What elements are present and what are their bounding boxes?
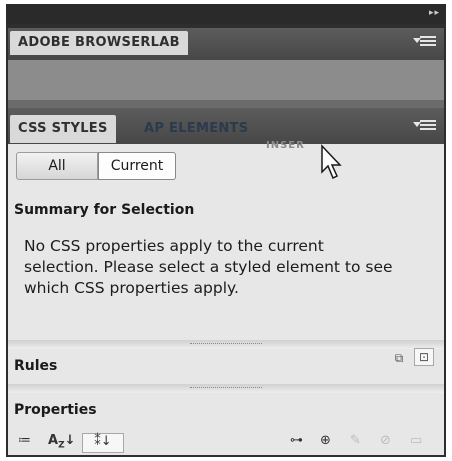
panel-dock: ▸▸ ADOBE BROWSERLAB CSS STYLES AP ELEMEN… (6, 4, 446, 457)
edit-style-icon[interactable]: ✎ (350, 433, 361, 451)
browserlab-tabbar: ADOBE BROWSERLAB (8, 28, 444, 60)
properties-title: Properties (14, 402, 97, 418)
summary-message: No CSS properties apply to the current s… (24, 236, 434, 299)
mouse-cursor-icon (321, 144, 342, 180)
summary-message-line: which CSS properties apply. (24, 279, 239, 297)
tab-adobe-browserlab[interactable]: ADOBE BROWSERLAB (10, 31, 188, 55)
collapse-icon[interactable]: ▸▸ (429, 8, 440, 18)
all-mode-button[interactable]: All (16, 152, 98, 180)
rules-title: Rules (14, 358, 58, 374)
delete-css-icon[interactable]: ▭ (410, 433, 422, 451)
tab-ap-elements[interactable]: AP ELEMENTS (136, 115, 256, 143)
panel-menu-icon[interactable] (413, 36, 436, 48)
set-properties-view-icon[interactable]: ⁑↓ (82, 433, 124, 453)
disable-icon[interactable]: ⊘ (380, 433, 391, 451)
css-tabbar: CSS STYLES AP ELEMENTS (8, 108, 444, 144)
pane-resize-handle[interactable] (8, 340, 444, 349)
alphabetical-view-icon[interactable]: AZ↓ (48, 433, 76, 451)
category-view-icon[interactable]: ≔ (18, 433, 31, 451)
current-mode-button[interactable]: Current (98, 152, 176, 180)
new-css-rule-icon[interactable]: ⊕ (320, 433, 331, 451)
pane-resize-handle[interactable] (8, 384, 444, 393)
browserlab-collapsed-body (8, 60, 444, 100)
dragged-tab-ghost: INSER (266, 140, 305, 151)
mode-toggle: All Current (16, 152, 176, 180)
css-panel-menu-icon[interactable] (413, 120, 436, 132)
summary-title: Summary for Selection (14, 202, 195, 218)
summary-message-line: selection. Please select a styled elemen… (24, 258, 393, 276)
show-information-icon[interactable]: ⊡ (414, 348, 434, 366)
tab-css-styles[interactable]: CSS STYLES (10, 115, 116, 143)
panel-separator (8, 100, 444, 108)
summary-message-line: No CSS properties apply to the current (24, 237, 324, 255)
show-cascade-icon[interactable]: ⧉ (390, 350, 408, 366)
attach-stylesheet-icon[interactable]: ⊶ (290, 433, 303, 451)
dock-grip[interactable]: ▸▸ (6, 4, 446, 24)
css-styles-panel: All Current Summary for Selection No CSS… (8, 144, 444, 455)
